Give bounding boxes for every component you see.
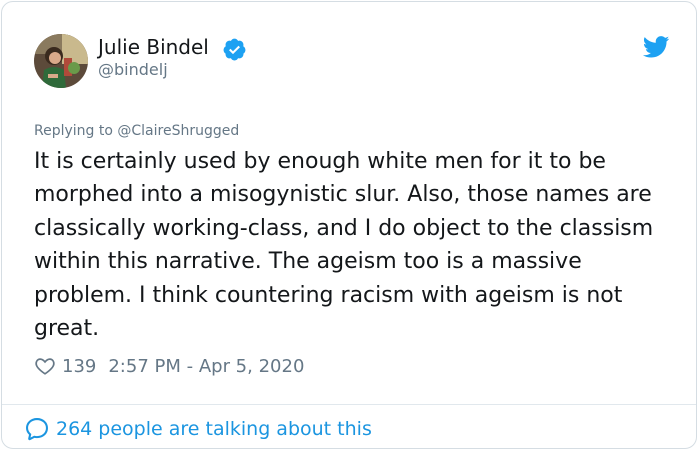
author-name[interactable]: Julie Bindel	[98, 35, 209, 59]
conversation-link[interactable]: 264 people are talking about this	[24, 416, 372, 442]
comment-bubble-icon	[26, 418, 48, 441]
verified-badge-icon	[223, 38, 246, 61]
replying-to[interactable]: Replying to @ClaireShrugged	[34, 122, 239, 140]
tweet-text: It is certainly used by enough white men…	[34, 149, 654, 342]
heart-icon[interactable]	[34, 355, 56, 377]
tweet-meta: 139 2:57 PM - Apr 5, 2020	[34, 352, 304, 380]
talking-count[interactable]: 264 people are talking about this	[56, 418, 372, 440]
divider	[2, 404, 696, 405]
twitter-bird-icon[interactable]	[643, 36, 670, 58]
avatar[interactable]	[34, 34, 88, 88]
like-count[interactable]: 139	[62, 356, 96, 377]
tweet-timestamp[interactable]: 2:57 PM - Apr 5, 2020	[108, 356, 304, 377]
author-handle[interactable]: @bindelj	[98, 60, 168, 80]
tweet-card: Julie Bindel @bindelj Replying to @Clair…	[1, 1, 697, 449]
